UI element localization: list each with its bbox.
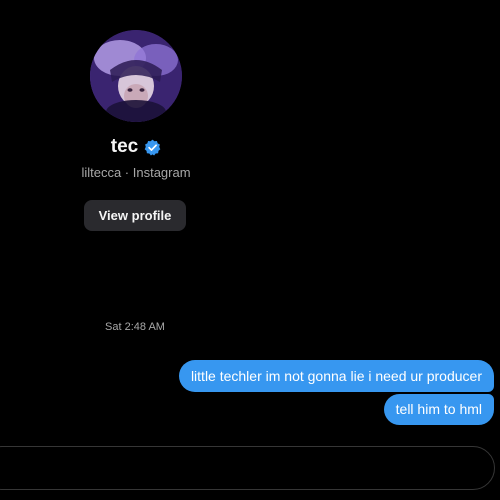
- message-bubble[interactable]: little techler im not gonna lie i need u…: [178, 360, 494, 392]
- message-bubble[interactable]: tell him to hml: [383, 394, 494, 425]
- profile-name-row: tec: [0, 136, 272, 158]
- profile-subtitle: liltecca · Instagram: [81, 165, 191, 180]
- avatar-image: [90, 30, 182, 122]
- message-composer[interactable]: [0, 446, 495, 491]
- profile-display-name: tec: [110, 136, 139, 157]
- verified-badge-icon: [144, 139, 161, 156]
- message-timestamp: Sat 2:48 AM: [105, 321, 165, 333]
- message-input[interactable]: [17, 447, 461, 491]
- view-profile-button[interactable]: View profile: [84, 200, 186, 231]
- profile-avatar[interactable]: [90, 30, 182, 122]
